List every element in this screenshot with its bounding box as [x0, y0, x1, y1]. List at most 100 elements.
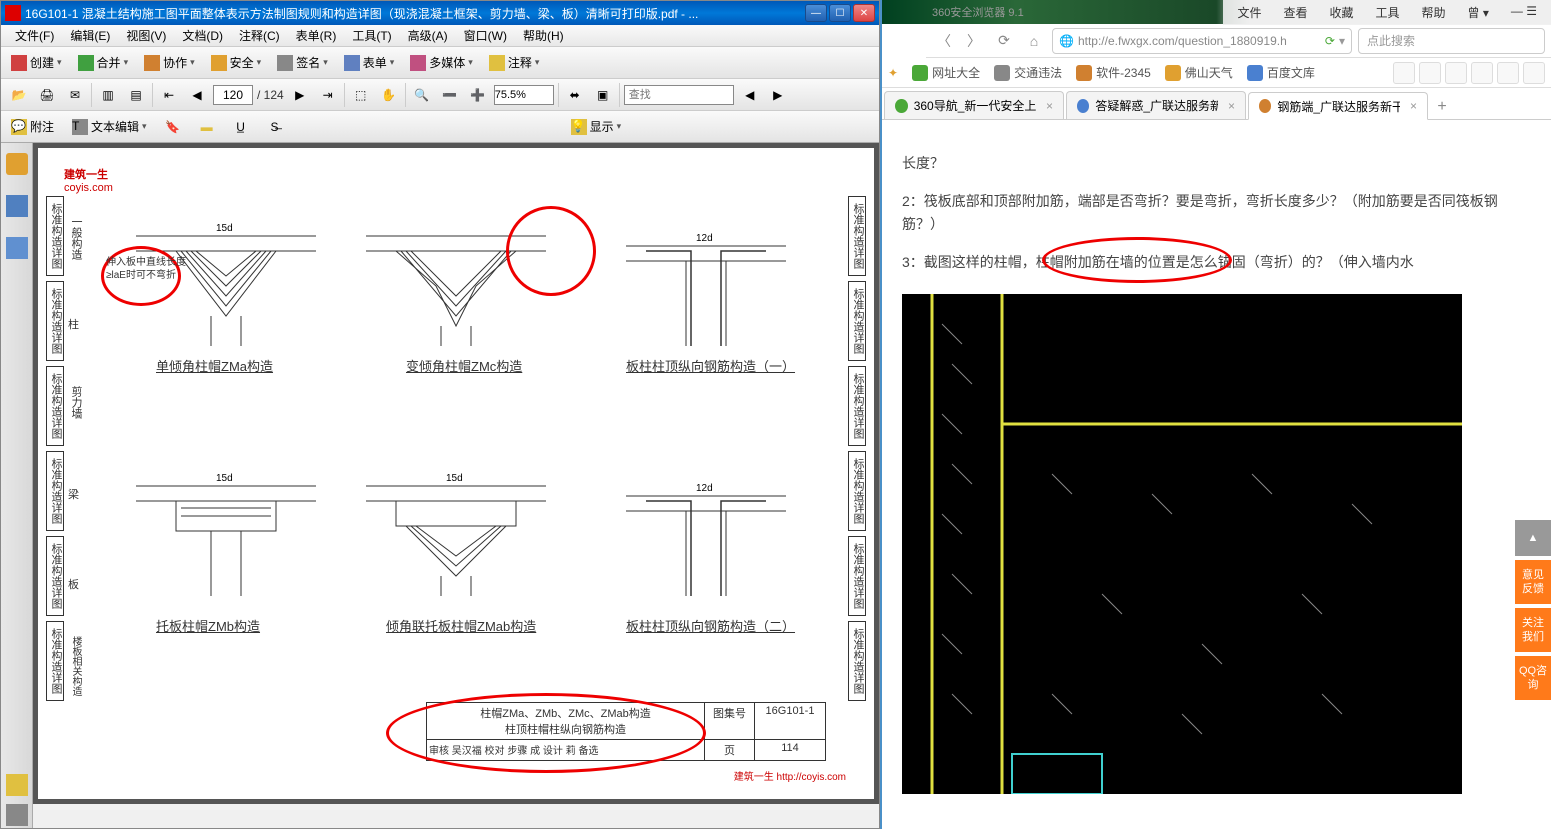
tab-add-button[interactable]: +: [1430, 95, 1454, 119]
tab-2[interactable]: 钢筋端_广联达服务新干线×: [1248, 92, 1428, 120]
close-button[interactable]: ✕: [853, 4, 875, 22]
collab-button[interactable]: 协作▾: [140, 52, 199, 73]
menu-window[interactable]: 窗口(W): [456, 25, 515, 46]
tab-close-0[interactable]: ×: [1046, 99, 1053, 113]
open-icon[interactable]: 📂: [7, 83, 31, 107]
text-edit-button[interactable]: T文本编辑▾: [68, 116, 151, 137]
pdf-content[interactable]: 建筑一生 coyis.com 标准构造详图 标准构造详图 标准构造详图 标准构造…: [33, 143, 879, 804]
maximize-button[interactable]: ☐: [829, 4, 851, 22]
fav-item-1[interactable]: 交通违法: [994, 64, 1062, 81]
select-icon[interactable]: ⬚: [349, 83, 373, 107]
zoom-in-icon[interactable]: ➕: [466, 83, 490, 107]
tab-close-2[interactable]: ×: [1410, 99, 1417, 113]
br-menu-fav[interactable]: 收藏: [1320, 2, 1364, 23]
br-menu-file[interactable]: 文件: [1227, 2, 1271, 23]
pdf-body: 建筑一生 coyis.com 标准构造详图 标准构造详图 标准构造详图 标准构造…: [1, 143, 879, 804]
diagram-col2: 12d: [616, 446, 796, 596]
zoom-out-icon[interactable]: ➖: [438, 83, 462, 107]
email-icon[interactable]: ✉: [63, 83, 87, 107]
search-next-icon[interactable]: ▶: [766, 83, 790, 107]
menu-view[interactable]: 视图(V): [118, 25, 174, 46]
first-page-icon[interactable]: ⇤: [157, 83, 181, 107]
minimize-button[interactable]: —: [805, 4, 827, 22]
merge-button[interactable]: 合并▾: [74, 52, 133, 73]
fav-item-4[interactable]: 百度文库: [1247, 64, 1315, 81]
comment-button[interactable]: 注释▾: [485, 52, 544, 73]
br-hamburger-icon[interactable]: — ☰: [1501, 2, 1547, 23]
menu-comment[interactable]: 注释(C): [231, 25, 288, 46]
form-button[interactable]: 表单▾: [340, 52, 399, 73]
separator: [91, 83, 92, 107]
url-input[interactable]: 🌐 http://e.fwxgx.com/question_1880919.h …: [1052, 28, 1352, 54]
ext-icon-2[interactable]: [1419, 62, 1441, 84]
bookmark-icon[interactable]: [6, 195, 28, 217]
highlight-icon[interactable]: ▬: [195, 115, 219, 139]
ext-icon-5[interactable]: [1497, 62, 1519, 84]
br-settings-icon[interactable]: 曾 ▾: [1458, 2, 1499, 23]
attachment-panel-icon[interactable]: [6, 804, 28, 826]
reload-icon[interactable]: ⟳: [992, 29, 1016, 53]
lock-icon[interactable]: [6, 153, 28, 175]
dropdown-icon[interactable]: ▾: [1339, 34, 1345, 48]
next-page-icon[interactable]: ▶: [288, 83, 312, 107]
menu-document[interactable]: 文档(D): [174, 25, 231, 46]
br-menu-tools[interactable]: 工具: [1366, 2, 1410, 23]
tab-0[interactable]: 360导航_新一代安全上网×: [884, 91, 1064, 119]
search-input[interactable]: 点此搜索: [1358, 28, 1545, 54]
ext-icon-6[interactable]: [1523, 62, 1545, 84]
fav-item-2[interactable]: 软件-2345: [1076, 64, 1151, 81]
print-icon[interactable]: 🖨: [35, 83, 59, 107]
search-prev-icon[interactable]: ◀: [738, 83, 762, 107]
comment-panel-icon[interactable]: [6, 774, 28, 796]
create-button[interactable]: 创建▾: [7, 52, 66, 73]
ext-icon-1[interactable]: [1393, 62, 1415, 84]
search-input[interactable]: [624, 85, 734, 105]
technical-drawing: 建筑一生 coyis.com 标准构造详图 标准构造详图 标准构造详图 标准构造…: [46, 156, 866, 791]
br-menu-view[interactable]: 查看: [1273, 2, 1317, 23]
follow-button[interactable]: 关注我们: [1515, 608, 1551, 652]
zoom-marquee-icon[interactable]: 🔍: [410, 83, 434, 107]
fav-star-icon[interactable]: ✦: [888, 66, 898, 80]
strikeout-icon[interactable]: S̶: [263, 115, 287, 139]
last-page-icon[interactable]: ⇥: [316, 83, 340, 107]
tab-1[interactable]: 答疑解惑_广联达服务新干×: [1066, 91, 1246, 119]
attach-label: 附注: [30, 118, 54, 135]
show-button[interactable]: 💡显示▾: [567, 116, 626, 137]
forward-icon[interactable]: 〉: [962, 29, 986, 53]
sign-button[interactable]: 签名▾: [273, 52, 332, 73]
menu-help[interactable]: 帮助(H): [515, 25, 572, 46]
fav-item-0[interactable]: 网址大全: [912, 64, 980, 81]
scroll-top-button[interactable]: ▲: [1515, 520, 1551, 556]
security-button[interactable]: 安全▾: [207, 52, 266, 73]
pages-icon[interactable]: [6, 237, 28, 259]
ext-icon-4[interactable]: [1471, 62, 1493, 84]
home-icon[interactable]: ⌂: [1022, 29, 1046, 53]
refresh-inline-icon[interactable]: ⟳: [1325, 34, 1335, 48]
zoom-select[interactable]: [494, 85, 554, 105]
ext-icon-3[interactable]: [1445, 62, 1467, 84]
br-menu-help[interactable]: 帮助: [1412, 2, 1456, 23]
fav-item-3[interactable]: 佛山天气: [1165, 64, 1233, 81]
qq-button[interactable]: QQ咨询: [1515, 656, 1551, 700]
menu-file[interactable]: 文件(F): [7, 25, 62, 46]
media-button[interactable]: 多媒体▾: [406, 52, 477, 73]
attach-note-button[interactable]: 💬附注: [7, 116, 58, 137]
hand-icon[interactable]: ✋: [377, 83, 401, 107]
menu-tools[interactable]: 工具(T): [344, 25, 399, 46]
menu-edit[interactable]: 编辑(E): [62, 25, 118, 46]
tab-close-1[interactable]: ×: [1228, 99, 1235, 113]
menu-form[interactable]: 表单(R): [288, 25, 345, 46]
page-thumb-icon[interactable]: ▥: [96, 83, 120, 107]
feedback-button[interactable]: 意见反馈: [1515, 560, 1551, 604]
stamp-icon[interactable]: 🔖: [161, 115, 185, 139]
back-icon[interactable]: 〈: [932, 29, 956, 53]
page-icon[interactable]: ▤: [124, 83, 148, 107]
collab-label: 协作: [163, 54, 187, 71]
page-number-input[interactable]: [213, 85, 253, 105]
prev-page-icon[interactable]: ◀: [185, 83, 209, 107]
menu-advanced[interactable]: 高级(A): [400, 25, 456, 46]
fit-width-icon[interactable]: ⬌: [563, 83, 587, 107]
fit-page-icon[interactable]: ▣: [591, 83, 615, 107]
underline-icon[interactable]: U̲: [229, 115, 253, 139]
fav-label-1: 交通违法: [1014, 64, 1062, 81]
